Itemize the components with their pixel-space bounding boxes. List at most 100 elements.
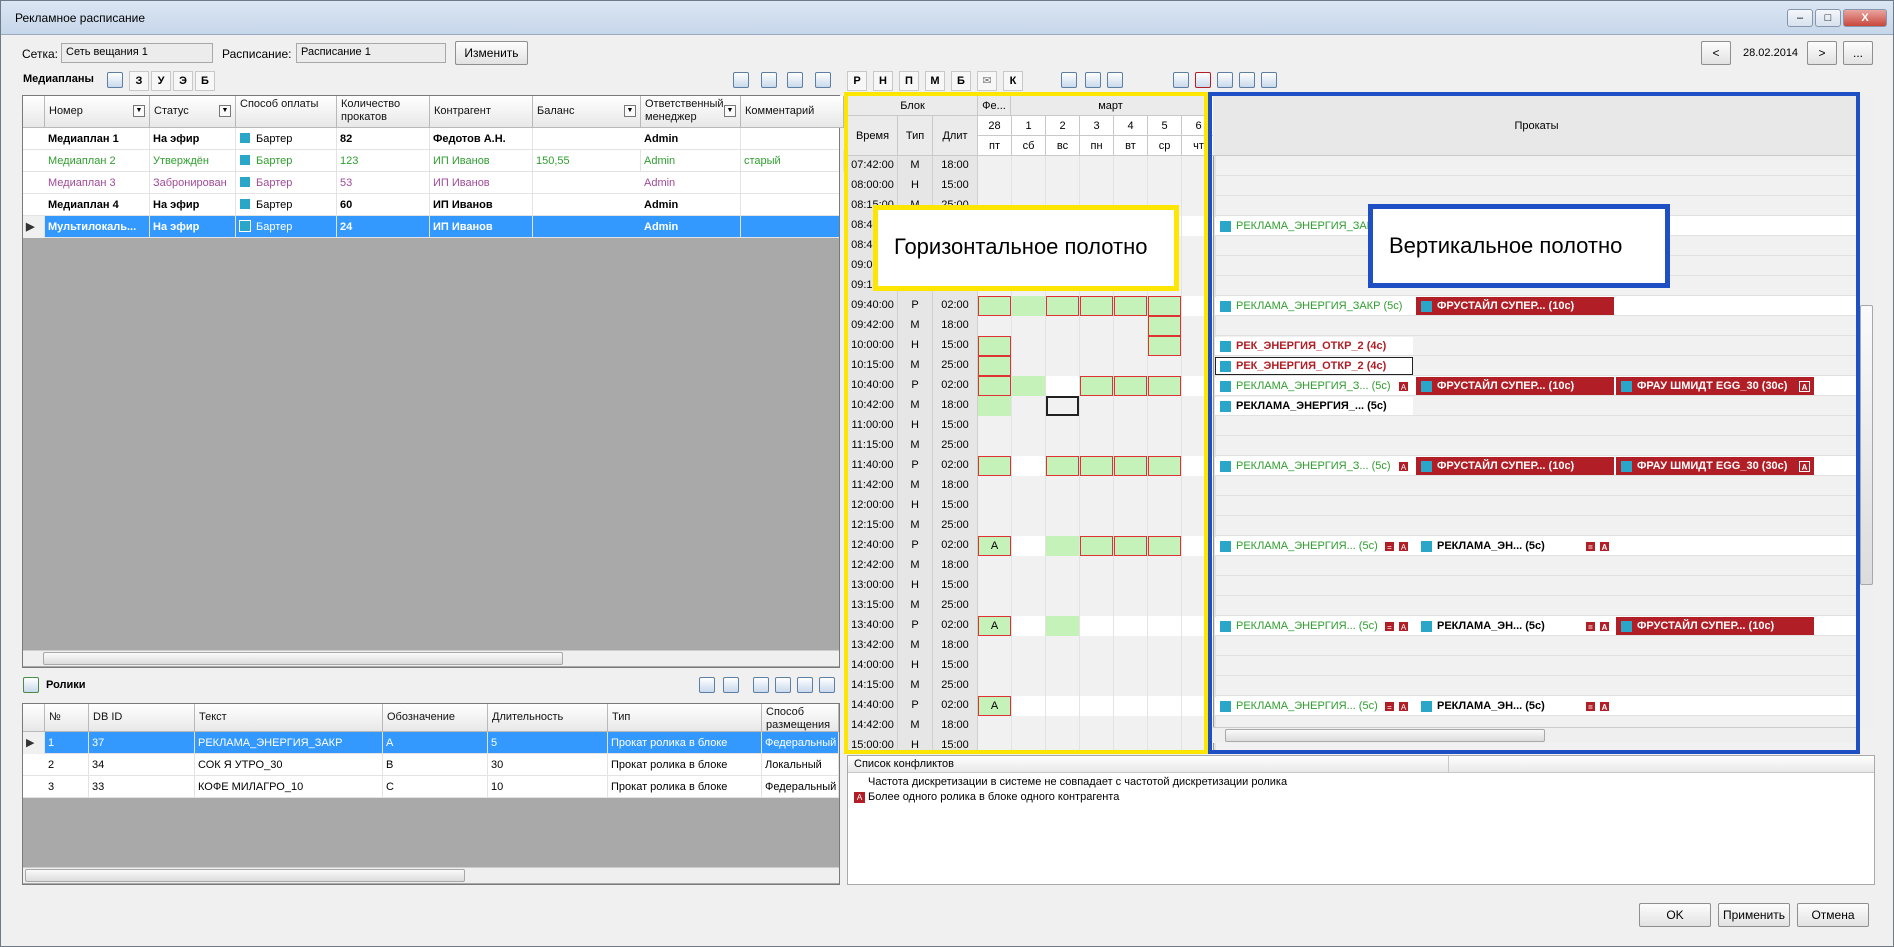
table-cell: ИП Иванов [430, 216, 533, 238]
filter-button[interactable]: З [129, 71, 149, 91]
column-header[interactable]: Длительность [488, 704, 608, 732]
table-row[interactable]: Медиаплан 1 На эфир Бартер 82 Федотов А.Н. Ad… [23, 128, 839, 150]
change-button[interactable]: Изменить [455, 41, 528, 65]
vertical-canvas-label: Вертикальное полотно [1368, 204, 1670, 288]
payment-color-icon [239, 132, 251, 144]
conflict-item[interactable]: Частота дискретизации в системе не совпа… [848, 776, 1874, 791]
table-cell: Утверждён [150, 150, 236, 172]
conflict-item[interactable]: A Более одного ролика в блоке одного конт… [848, 791, 1874, 806]
block-type-button[interactable]: М [925, 71, 945, 91]
clip-delete-icon[interactable] [819, 677, 835, 693]
column-header[interactable]: Тип [608, 704, 762, 732]
conflicts-title: Список конфликтов [854, 758, 954, 770]
table-row[interactable]: Медиаплан 2 Утверждён Бартер 123 ИП Иванов 15… [23, 150, 844, 172]
clips-hscroll-thumb[interactable] [25, 869, 465, 882]
payment-color-icon [239, 198, 251, 210]
column-header[interactable]: № [45, 704, 89, 732]
filter-dropdown-icon[interactable]: ▼ [219, 105, 231, 117]
block-insert-icon[interactable] [1217, 72, 1233, 88]
columns-icon[interactable] [733, 72, 749, 88]
align-top-icon[interactable] [761, 72, 777, 88]
filter-button[interactable]: У [151, 71, 171, 91]
clip-add-icon[interactable] [699, 677, 715, 693]
payment-color-icon [239, 176, 251, 188]
grid-field[interactable]: Сеть вещания 1 [61, 43, 213, 63]
column-header[interactable]: Обозначение [383, 704, 488, 732]
block-type-envelope-icon[interactable]: ✉ [977, 71, 997, 91]
table-row[interactable]: 3 33 КОФЕ МИЛАГРО_10 C 10 Прокат ролика в бло… [23, 776, 839, 798]
minimize-button[interactable]: – [1787, 9, 1813, 27]
table-row[interactable]: ▶ Мультилокаль... На эфир Бартер 24 ИП Иванов… [23, 216, 839, 238]
table-row[interactable]: Медиаплан 3 Забронирован Бартер 53 ИП Иванов… [23, 172, 839, 194]
mediaplans-hscroll[interactable] [23, 650, 839, 666]
cancel-button[interactable]: Отмена [1797, 903, 1869, 927]
block-up-icon[interactable] [1239, 72, 1255, 88]
conflict-icon: A [854, 792, 865, 803]
block-type-button[interactable]: П [899, 71, 919, 91]
table-cell: Медиаплан 3 [45, 172, 150, 194]
payment-label: Бартер [256, 155, 293, 167]
clip-down-icon[interactable] [775, 677, 791, 693]
column-header[interactable]: Комментарий [741, 96, 844, 128]
close-button[interactable]: X [1843, 9, 1887, 27]
table-row[interactable]: 2 34 СОК Я УТРО_30 B 30 Прокат ролика в блоке… [23, 754, 839, 776]
clip-edit-icon[interactable] [723, 677, 739, 693]
table-cell: Бартер [236, 128, 337, 150]
filter-dropdown-icon[interactable]: ▼ [724, 105, 736, 117]
table-cell: ИП Иванов [430, 194, 533, 216]
conflict-text: Частота дискретизации в системе не совпа… [868, 776, 1288, 788]
block-type-button[interactable]: К [1003, 71, 1023, 91]
table-cell: Admin [641, 172, 741, 194]
filter-dropdown-icon[interactable]: ▼ [133, 105, 145, 117]
next-date-button[interactable]: > [1807, 41, 1837, 65]
view-copy-icon[interactable] [1085, 72, 1101, 88]
apply-button[interactable]: Применить [1718, 903, 1790, 927]
block-type-button[interactable]: Р [847, 71, 867, 91]
column-header[interactable]: DB ID [89, 704, 195, 732]
table-cell: Федеральный [762, 732, 839, 754]
more-date-button[interactable]: ... [1843, 41, 1873, 65]
column-header[interactable]: Способ оплаты [236, 96, 337, 128]
column-header[interactable]: Текст [195, 704, 383, 732]
clip-copy-icon[interactable] [797, 677, 813, 693]
block-type-button[interactable]: Н [873, 71, 893, 91]
clip-up-icon[interactable] [753, 677, 769, 693]
view-paste-icon[interactable] [1107, 72, 1123, 88]
table-cell: СОК Я УТРО_30 [195, 754, 383, 776]
payment-color-icon [239, 220, 251, 232]
column-header[interactable]: Количество прокатов [337, 96, 430, 128]
schedule-vscroll[interactable] [1858, 95, 1874, 727]
table-row[interactable]: Медиаплан 4 На эфир Бартер 60 ИП Иванов Admin [23, 194, 839, 216]
column-header[interactable]: Контрагент [430, 96, 533, 128]
table-cell: C [383, 776, 488, 798]
schedule-field[interactable]: Расписание 1 [296, 43, 446, 63]
block-type-button[interactable]: Б [951, 71, 971, 91]
align-bottom-icon[interactable] [787, 72, 803, 88]
payment-label: Бартер [256, 199, 293, 211]
table-cell: Федеральный [762, 776, 839, 798]
export-icon[interactable] [815, 72, 831, 88]
column-header[interactable]: Способ размещения [762, 704, 839, 732]
filter-button[interactable]: Э [173, 71, 193, 91]
schedule-vscroll-thumb[interactable] [1860, 305, 1873, 585]
table-cell: На эфир [150, 128, 236, 150]
mediaplans-hscroll-thumb[interactable] [43, 652, 563, 665]
filter-button[interactable]: Б [195, 71, 215, 91]
clips-title: Ролики [46, 679, 86, 691]
table-cell: 10 [488, 776, 608, 798]
block-delete-icon[interactable] [1195, 72, 1211, 88]
prev-date-button[interactable]: < [1701, 41, 1731, 65]
block-down-icon[interactable] [1261, 72, 1277, 88]
filter-dropdown-icon[interactable]: ▼ [624, 105, 636, 117]
clips-icon [23, 677, 39, 693]
clips-hscroll[interactable] [23, 867, 839, 883]
table-row[interactable]: ▶ 1 37 РЕКЛАМА_ЭНЕРГИЯ_ЗАКР A 5 Прокат ролика … [23, 732, 839, 754]
table-cell: Admin [641, 194, 741, 216]
payment-label: Бартер [256, 177, 293, 189]
grid-config-icon[interactable] [107, 72, 123, 88]
maximize-button[interactable]: □ [1815, 9, 1841, 27]
view-list-icon[interactable] [1061, 72, 1077, 88]
ok-button[interactable]: OK [1639, 903, 1711, 927]
block-move-icon[interactable] [1173, 72, 1189, 88]
vertical-canvas-frame [1208, 92, 1860, 754]
